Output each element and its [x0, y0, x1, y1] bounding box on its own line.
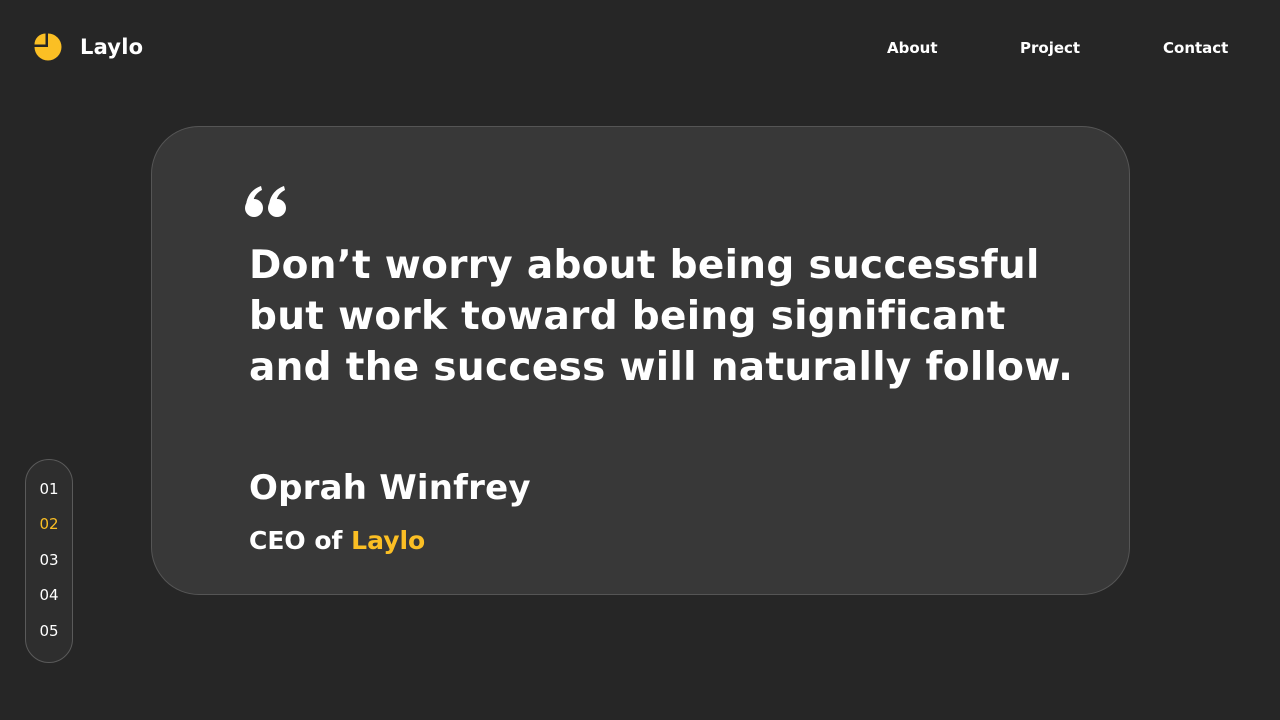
- testimonial-quote: Don’t worry about being successful but w…: [249, 240, 1089, 393]
- author-name: Oprah Winfrey: [249, 468, 531, 508]
- quote-line: and the success will naturally follow.: [249, 345, 1074, 390]
- pager-item-02[interactable]: 02: [26, 514, 72, 534]
- author-role: CEO of Laylo: [249, 525, 425, 557]
- site-header: Laylo About Project Contact: [0, 0, 1280, 96]
- nav-about-link[interactable]: About: [887, 38, 938, 58]
- author-role-prefix: CEO of: [249, 526, 343, 555]
- testimonial-card: Don’t worry about being successful but w…: [151, 126, 1130, 595]
- pager-item-04[interactable]: 04: [26, 585, 72, 605]
- pager-item-01[interactable]: 01: [26, 479, 72, 499]
- quote-line: Don’t worry about being successful: [249, 243, 1040, 288]
- main-nav: About Project Contact: [0, 38, 1280, 58]
- quote-icon: [245, 186, 286, 217]
- author-company: Laylo: [351, 526, 426, 555]
- nav-contact-link[interactable]: Contact: [1163, 38, 1228, 58]
- pager-item-05[interactable]: 05: [26, 621, 72, 641]
- pager-item-03[interactable]: 03: [26, 550, 72, 570]
- nav-project-link[interactable]: Project: [1020, 38, 1080, 58]
- quote-line: but work toward being significant: [249, 294, 1006, 339]
- slide-pager: 01 02 03 04 05: [25, 459, 73, 663]
